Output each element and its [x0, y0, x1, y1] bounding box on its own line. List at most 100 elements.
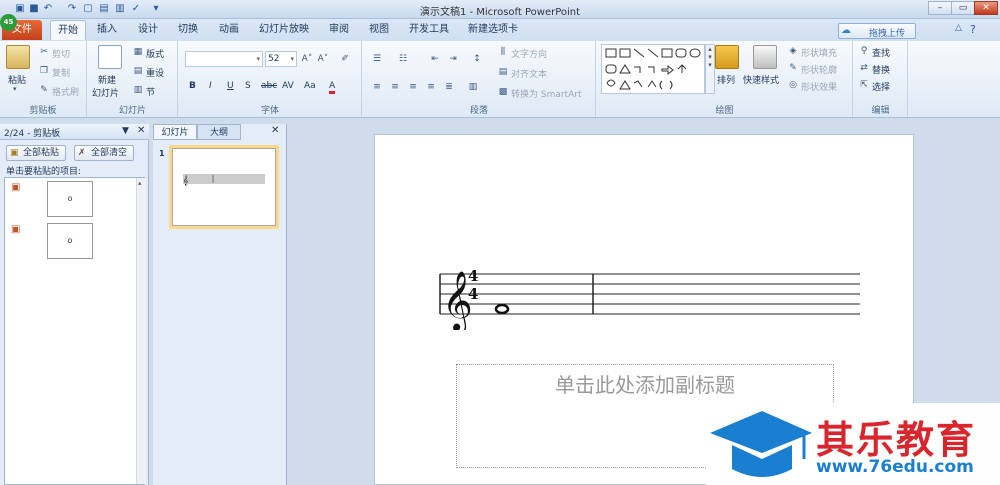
shapes-gallery-icons: [605, 48, 701, 90]
font-group: ▾ 52 ▾ A˄ A˅ ✐ B I U S abc AV Aa A 字体: [179, 41, 362, 117]
shape-outline-icon: ✎: [789, 63, 797, 73]
section-icon: ▥: [133, 85, 143, 95]
tab-view[interactable]: 视图: [362, 20, 396, 40]
replace-icon: ⇄: [860, 63, 868, 73]
clear-all-button[interactable]: ✗ 全部清空: [74, 145, 134, 161]
shapes-gallery-scroll[interactable]: ▴ ▾ ▾: [705, 44, 715, 94]
scroll-up-icon[interactable]: ▴: [138, 179, 142, 187]
layout-button[interactable]: 版式: [146, 47, 164, 60]
svg-text:𝄞: 𝄞: [183, 175, 188, 186]
new-slide-label[interactable]: 新建: [98, 73, 116, 86]
find-button[interactable]: 查找: [872, 46, 890, 59]
upload-button[interactable]: ☁ 拖拽上传: [838, 23, 916, 39]
section-button[interactable]: 节: [146, 85, 155, 98]
clipboard-instruction: 单击要粘贴的项目:: [6, 167, 82, 177]
shape-outline-button[interactable]: 形状轮廓: [801, 63, 837, 76]
tab-slides[interactable]: 幻灯片: [153, 124, 197, 140]
tab-slideshow[interactable]: 幻灯片放映: [253, 20, 315, 40]
underline-button[interactable]: U: [227, 81, 234, 91]
copy-button[interactable]: 复制: [52, 66, 70, 79]
clear-all-icon: ✗: [78, 148, 86, 158]
clipboard-item[interactable]: o: [47, 223, 93, 259]
subtitle-placeholder-text: 单击此处添加副标题: [555, 373, 735, 397]
decrease-indent-icon[interactable]: ⇤: [429, 53, 441, 65]
align-center-icon[interactable]: ≡: [389, 81, 401, 93]
tab-developer[interactable]: 开发工具: [404, 20, 454, 40]
numbering-icon[interactable]: ☷: [397, 53, 409, 65]
pane-menu-icon[interactable]: ▼: [122, 126, 129, 136]
paste-label[interactable]: 粘贴: [8, 73, 26, 86]
slide-thumbnail[interactable]: 𝄞: [172, 148, 276, 226]
strikethrough-button[interactable]: abc: [261, 81, 277, 91]
tab-outline[interactable]: 大纲: [197, 124, 241, 140]
cut-button[interactable]: 剪切: [52, 47, 70, 60]
clipboard-pane-header: 2/24 - 剪贴板 ▼ ✕: [0, 124, 149, 140]
slide-thumbnail-selection[interactable]: 𝄞: [169, 145, 279, 229]
text-direction-button[interactable]: 文字方向: [511, 47, 547, 60]
distribute-icon[interactable]: ≣: [443, 81, 455, 93]
shadow-button[interactable]: S: [245, 81, 251, 91]
bullets-icon[interactable]: ☰: [371, 53, 383, 65]
tab-design[interactable]: 设计: [131, 20, 165, 40]
slide-number: 1: [159, 149, 165, 158]
tab-home[interactable]: 开始: [50, 20, 86, 40]
grow-font-icon[interactable]: A˄: [301, 53, 313, 65]
clipboard-item[interactable]: o: [47, 181, 93, 217]
select-icon: ⇱: [860, 80, 868, 90]
slides-pane-close-icon[interactable]: ✕: [271, 125, 279, 136]
new-slide-label-2[interactable]: 幻灯片: [92, 86, 119, 99]
italic-button[interactable]: I: [209, 81, 212, 91]
paragraph-group: ☰ ☷ ⇤ ⇥ ↕ ⫼ 文字方向 ▤ 对齐文本 ▩ 转换为 SmartArt ≡…: [363, 41, 596, 117]
font-color-button[interactable]: A: [329, 81, 336, 94]
align-right-icon[interactable]: ≡: [407, 81, 419, 93]
close-button[interactable]: ✕: [974, 1, 998, 15]
tab-review[interactable]: 审阅: [322, 20, 356, 40]
tab-animations[interactable]: 动画: [212, 20, 246, 40]
copy-icon: ❐: [39, 66, 49, 76]
minimize-button[interactable]: –: [928, 1, 952, 15]
replace-button[interactable]: 替换: [872, 63, 890, 76]
paste-all-icon: ▣: [10, 148, 19, 158]
clipboard-scrollbar[interactable]: ▴: [136, 178, 146, 484]
editing-group-label: 编辑: [871, 106, 890, 116]
font-size-combo[interactable]: 52 ▾: [265, 51, 297, 67]
tab-new[interactable]: 新建选项卡: [462, 20, 524, 40]
shapes-gallery[interactable]: [601, 44, 705, 94]
font-name-combo[interactable]: ▾: [185, 51, 263, 67]
justify-icon[interactable]: ≡: [425, 81, 437, 93]
collapse-ribbon-icon[interactable]: △: [955, 23, 962, 33]
align-text-button[interactable]: 对齐文本: [511, 67, 547, 80]
watermark-url: www.76edu.com: [816, 457, 974, 477]
arrange-icon[interactable]: [715, 45, 739, 69]
help-icon[interactable]: ?: [970, 23, 976, 36]
bold-button[interactable]: B: [189, 81, 196, 91]
drawing-group: ▴ ▾ ▾ 排列 快速样式 ◈ 形状填充 ✎ 形状轮廓 ◎ 形状效果 绘图: [597, 41, 853, 117]
tab-insert[interactable]: 插入: [90, 20, 124, 40]
format-painter-button[interactable]: 格式刷: [52, 85, 79, 98]
quick-styles-button[interactable]: 快速样式: [743, 73, 779, 86]
char-spacing-button[interactable]: AV: [282, 81, 294, 91]
maximize-button[interactable]: ▭: [951, 1, 975, 15]
smartart-button[interactable]: 转换为 SmartArt: [511, 87, 581, 100]
shape-fill-button[interactable]: 形状填充: [801, 46, 837, 59]
change-case-button[interactable]: Aa: [304, 81, 316, 91]
quick-styles-icon[interactable]: [753, 45, 777, 69]
new-slide-icon[interactable]: [98, 45, 122, 69]
columns-icon[interactable]: ▥: [467, 81, 479, 93]
shape-effects-button[interactable]: 形状效果: [801, 80, 837, 93]
align-left-icon[interactable]: ≡: [371, 81, 383, 93]
reset-button[interactable]: 重设: [146, 66, 164, 79]
line-spacing-icon[interactable]: ↕: [471, 53, 483, 65]
select-button[interactable]: 选择: [872, 80, 890, 93]
shrink-font-icon[interactable]: A˅: [317, 53, 329, 65]
pane-close-icon[interactable]: ✕: [137, 125, 145, 136]
clipboard-group-label: 剪贴板: [29, 106, 57, 116]
arrange-button[interactable]: 排列: [717, 73, 735, 86]
paste-dropdown-icon[interactable]: ▾: [13, 85, 17, 93]
tab-transitions[interactable]: 切换: [171, 20, 205, 40]
drawing-group-label: 绘图: [715, 106, 734, 116]
paste-all-button[interactable]: ▣ 全部粘贴: [6, 145, 66, 161]
paste-icon[interactable]: [6, 45, 30, 69]
increase-indent-icon[interactable]: ⇥: [447, 53, 459, 65]
clear-format-icon[interactable]: ✐: [339, 53, 351, 65]
